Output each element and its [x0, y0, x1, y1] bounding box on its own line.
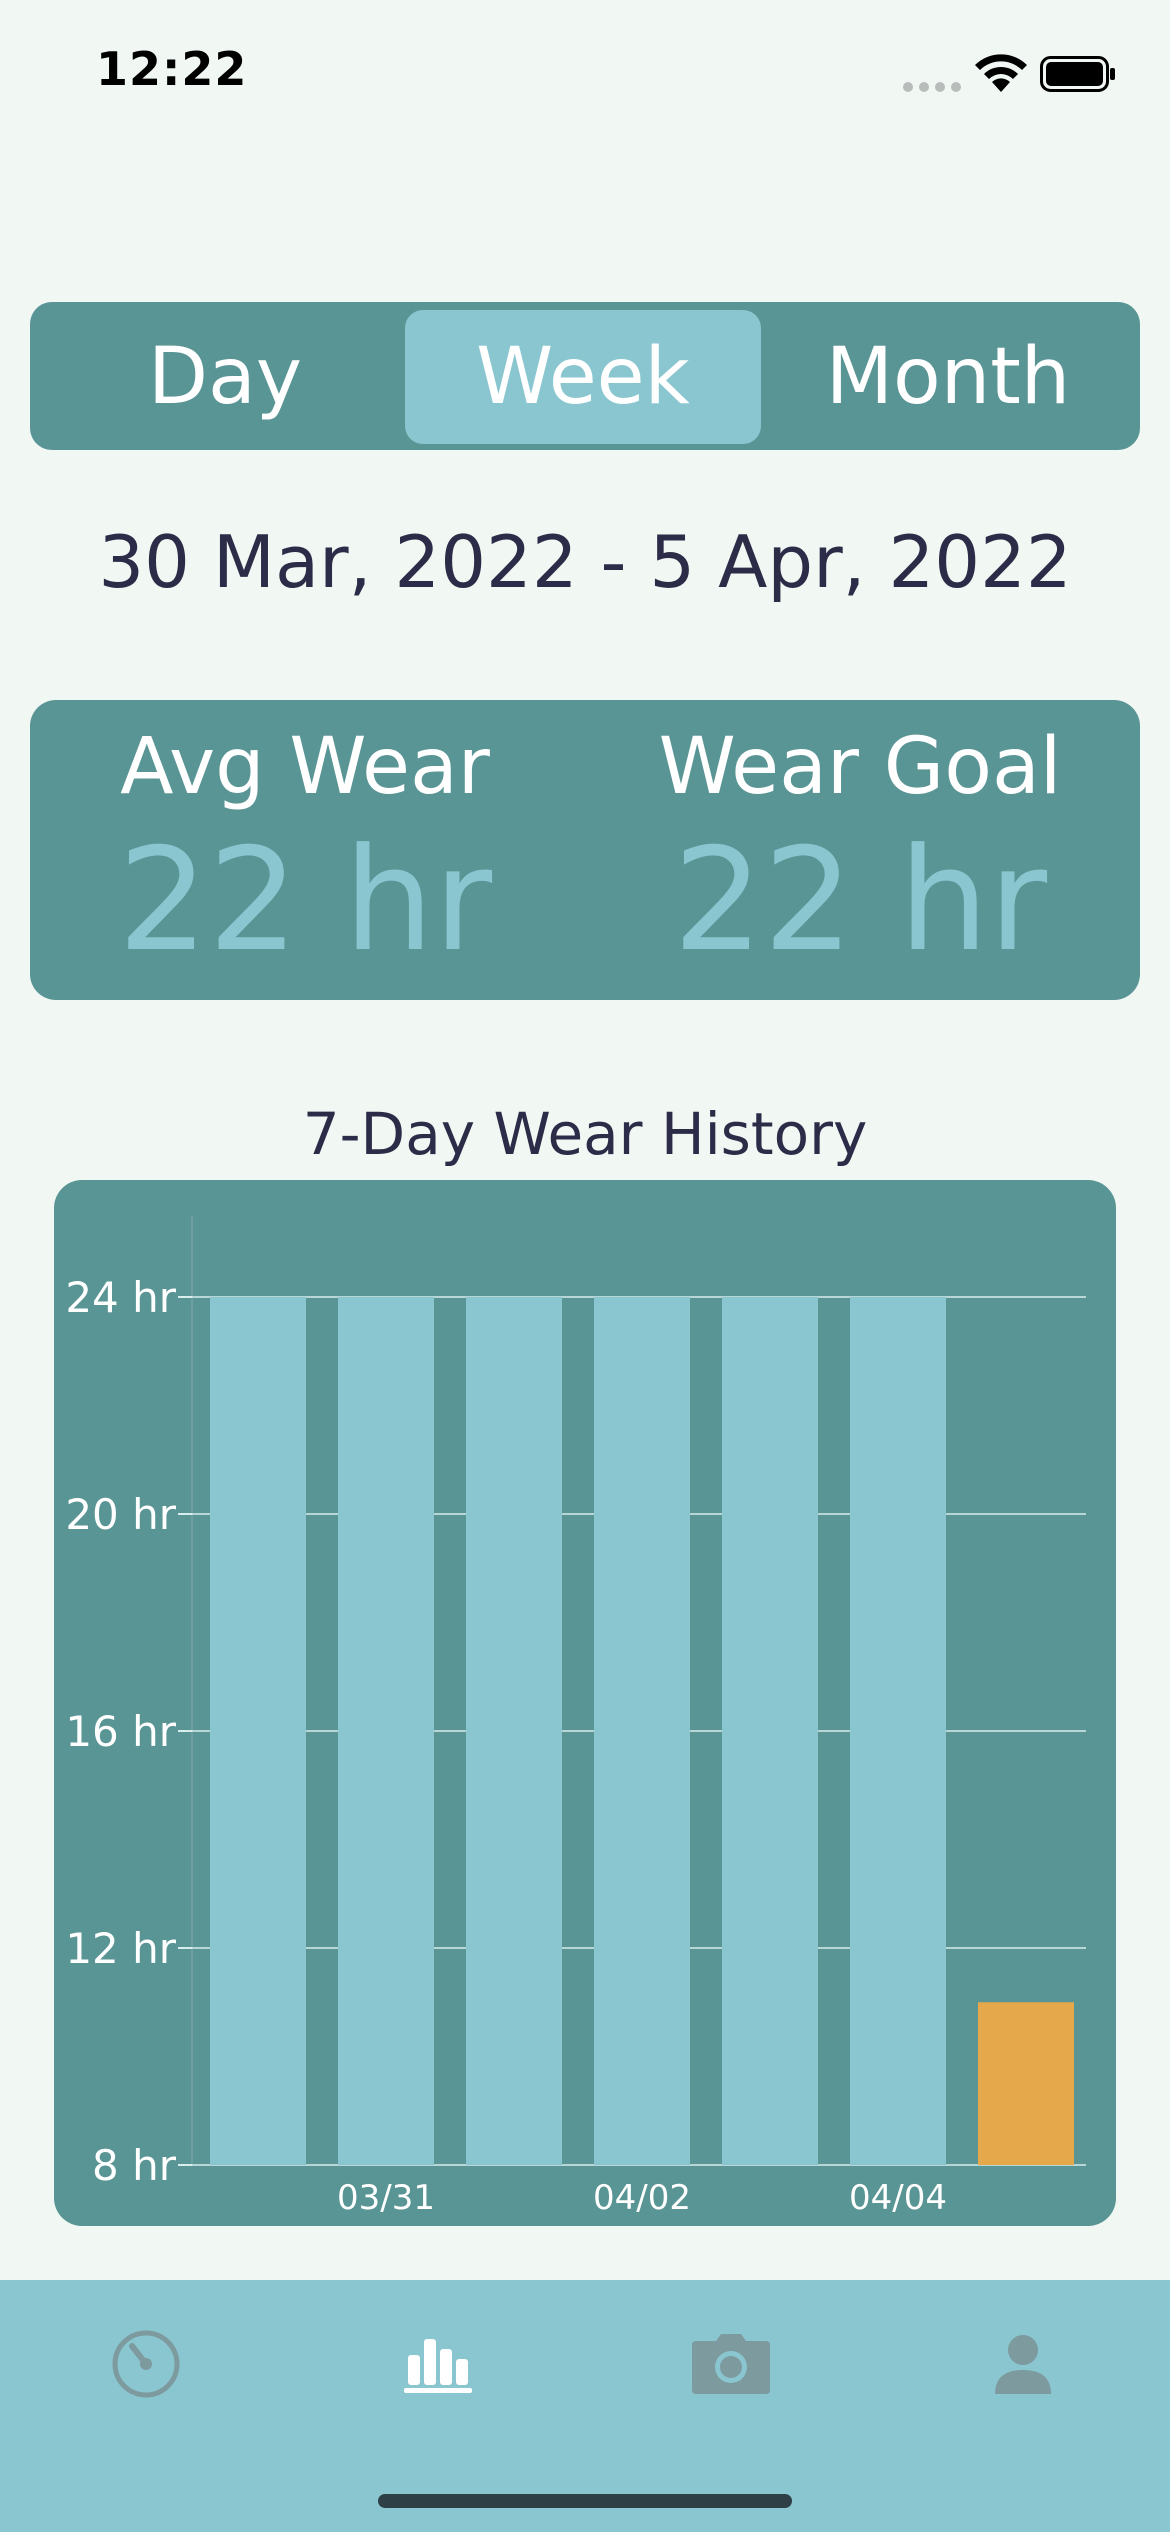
y-tick-label: 24 hr: [65, 1273, 176, 1322]
avg-wear-value: 22 hr: [117, 818, 493, 983]
status-time: 12:22: [96, 42, 248, 96]
camera-icon: [692, 2334, 770, 2394]
y-tick-label: 8 hr: [92, 2141, 177, 2190]
x-tick-label: 03/31: [337, 2178, 435, 2218]
wear-goal-stat: Wear Goal 22 hr: [610, 700, 1110, 1000]
y-tick-label: 12 hr: [65, 1924, 176, 1973]
profile-icon: [995, 2335, 1051, 2394]
bar-chart-icon: [404, 2339, 472, 2393]
bar-03-31: [338, 1297, 434, 2165]
y-tick-label: 16 hr: [65, 1707, 176, 1756]
timer-icon: [112, 2330, 180, 2398]
wear-goal-value: 22 hr: [672, 818, 1048, 983]
segment-week[interactable]: Week: [405, 310, 761, 444]
date-range: 30 Mar, 2022 - 5 Apr, 2022: [98, 520, 1072, 604]
period-segmented-control: Day Week Month: [30, 302, 1140, 450]
y-tick-label: 20 hr: [65, 1490, 176, 1539]
battery-icon: [1040, 56, 1115, 92]
bar-04-05: [978, 2002, 1074, 2165]
tab-profile[interactable]: [968, 2314, 1078, 2414]
chart-title: 7-Day Wear History: [302, 1100, 868, 1168]
avg-wear-label: Avg Wear: [120, 722, 490, 812]
x-tick-label: 04/02: [593, 2178, 691, 2218]
segment-month[interactable]: Month: [766, 310, 1130, 444]
wifi-icon: [975, 54, 1027, 92]
bar-04-04: [850, 1297, 946, 2165]
bar-04-02: [594, 1297, 690, 2165]
home-indicator: [378, 2494, 792, 2508]
tab-history[interactable]: [383, 2314, 493, 2414]
chart-canvas: 8 hr 12 hr 16 hr 20 hr 24 hr 03/31 04/02 04/04: [65, 1216, 1086, 2218]
wear-history-chart: 8 hr 12 hr 16 hr 20 hr 24 hr 03/31 04/02 04/04: [54, 1180, 1116, 2226]
bar-03-30: [210, 1297, 306, 2165]
bar-04-01: [466, 1297, 562, 2165]
wear-goal-label: Wear Goal: [658, 722, 1062, 812]
wear-stats-card: Avg Wear 22 hr Wear Goal 22 hr: [30, 700, 1140, 1000]
tab-timer[interactable]: [91, 2314, 201, 2414]
segment-day[interactable]: Day: [50, 310, 400, 444]
cellular-signal-icon: [903, 82, 961, 92]
x-tick-label: 04/04: [849, 2178, 947, 2218]
bar-04-03: [722, 1297, 818, 2165]
tab-camera[interactable]: [676, 2314, 786, 2414]
avg-wear-stat: Avg Wear 22 hr: [70, 700, 540, 1000]
